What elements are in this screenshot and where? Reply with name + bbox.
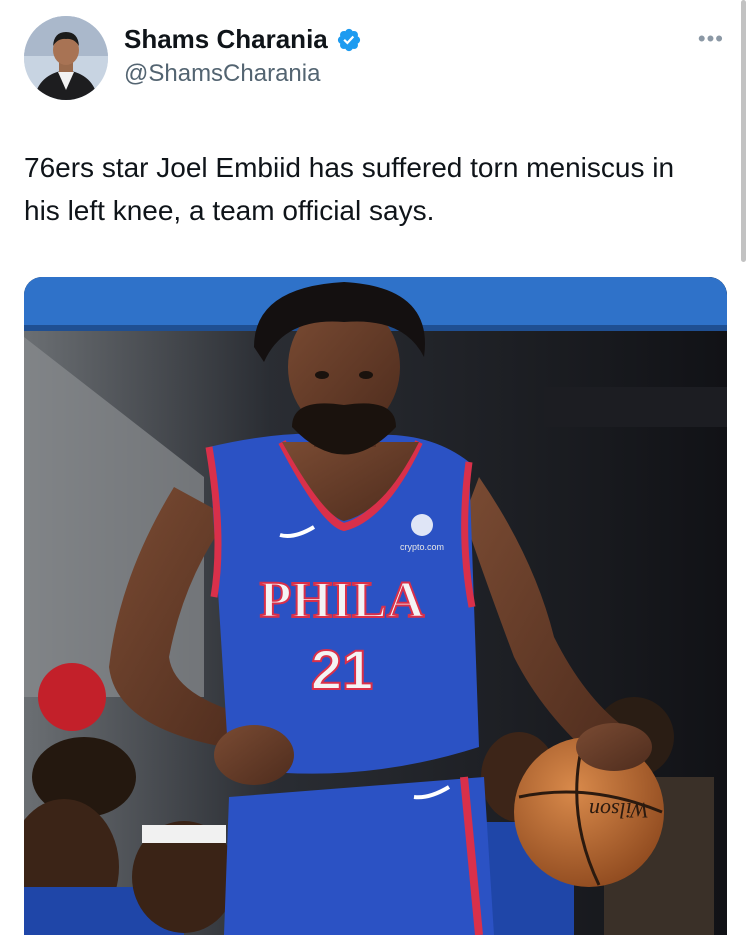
- avatar-image: [24, 16, 108, 100]
- jersey-team-text: PHILA: [260, 572, 425, 629]
- jersey-number-text: 21: [311, 638, 373, 701]
- more-options-icon[interactable]: •••: [698, 28, 724, 50]
- avatar[interactable]: [24, 16, 108, 100]
- tweet-media-image[interactable]: PHILA 21 crypto.com Wilson: [24, 277, 727, 935]
- ball-brand-text: Wilson: [589, 798, 649, 823]
- author-handle[interactable]: @ShamsCharania: [124, 60, 320, 88]
- jersey-sponsor-text: crypto.com: [400, 542, 444, 552]
- basketball-player-photo: PHILA 21 crypto.com Wilson: [24, 277, 727, 935]
- scrollbar[interactable]: [741, 0, 746, 262]
- verified-badge-icon: [337, 28, 360, 51]
- tweet-text: 76ers star Joel Embiid has suffered torn…: [24, 152, 675, 226]
- author-display-name[interactable]: Shams Charania: [124, 24, 328, 55]
- author-name-row[interactable]: Shams Charania: [124, 24, 362, 55]
